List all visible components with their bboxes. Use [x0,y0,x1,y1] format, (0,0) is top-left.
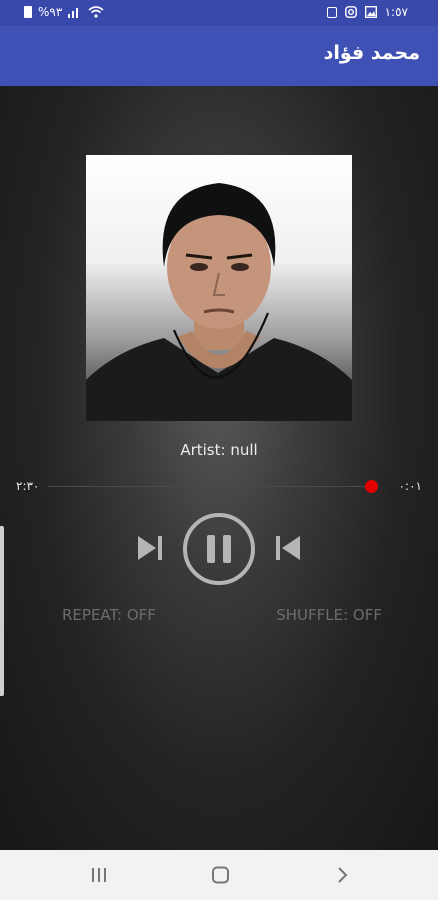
play-pause-button[interactable] [182,512,256,586]
back-icon [338,867,348,883]
home-button[interactable] [211,865,231,889]
clock: ١:٥٧ [384,5,408,19]
status-left: %٩٣ [24,5,104,19]
image-icon [364,6,377,18]
battery-icon [24,6,32,18]
total-time: ٢:٣٠ [16,479,40,493]
pause-icon [183,513,255,585]
navigation-bar [0,850,438,900]
album-art [86,155,352,421]
signal-icon [68,8,79,18]
battery-percentage: %٩٣ [38,5,63,19]
edge-panel-handle[interactable] [0,526,4,696]
seek-bar[interactable] [48,486,372,487]
home-icon [212,866,229,884]
instagram-icon [344,6,357,18]
previous-button[interactable] [272,532,304,564]
artist-portrait-image [86,183,352,421]
skip-previous-icon [276,536,300,560]
current-time: ٠:٠١ [398,479,422,493]
back-button[interactable] [336,865,350,889]
wifi-icon [88,6,104,18]
status-bar: %٩٣ ١:٥٧ [0,0,438,26]
status-right: ١:٥٧ [326,5,408,19]
player-area: Artist: null ٢:٣٠ ٠:٠١ REPEAT: OFF SHUFF… [0,86,438,850]
artist-label: Artist: null [180,441,258,459]
app-bar: محمد فؤاد [0,26,438,86]
shuffle-toggle[interactable]: SHUFFLE: OFF [276,606,382,624]
recents-icon [92,868,106,882]
next-button[interactable] [134,532,166,564]
seek-thumb[interactable] [365,480,378,493]
notification-icon [326,6,337,18]
skip-next-icon [138,536,162,560]
app-title: محمد فؤاد [323,42,420,64]
recents-button[interactable] [90,865,108,889]
repeat-toggle[interactable]: REPEAT: OFF [62,606,156,624]
